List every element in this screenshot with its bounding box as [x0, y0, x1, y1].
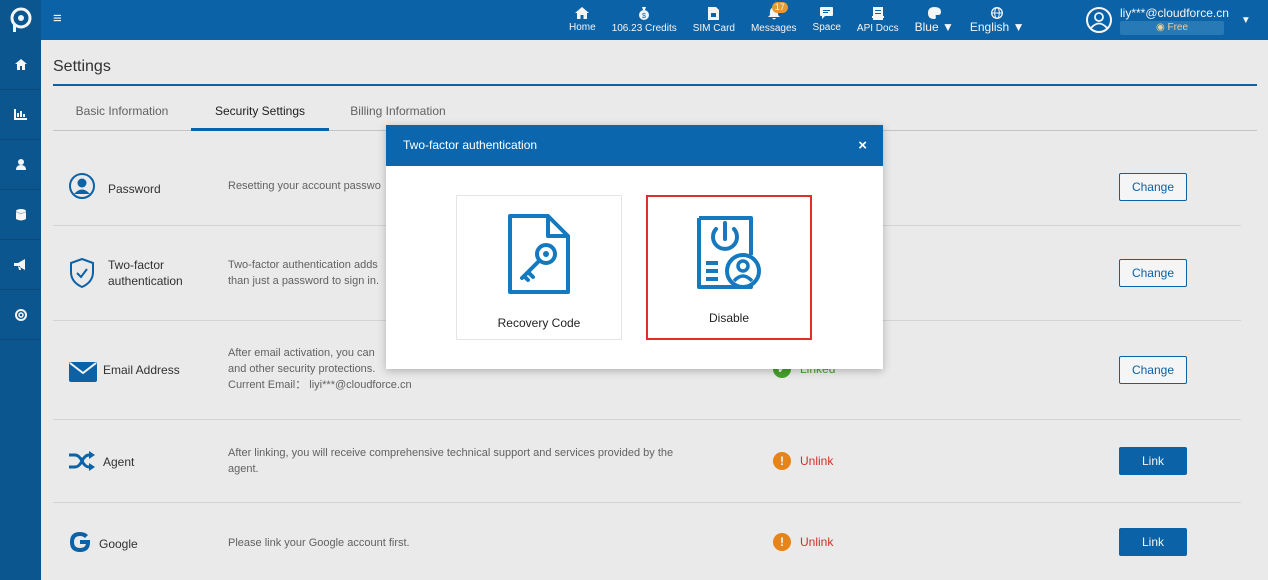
power-user-document-icon	[697, 216, 761, 289]
key-document-icon	[508, 214, 570, 294]
disable-label: Disable	[708, 311, 750, 325]
close-icon[interactable]: ×	[858, 125, 867, 166]
modal-title: Two-factor authentication	[403, 138, 538, 152]
modal-header: Two-factor authentication ×	[386, 125, 883, 166]
disable-option[interactable]: Disable	[646, 195, 812, 340]
recovery-code-label: Recovery Code	[497, 316, 581, 330]
two-factor-modal: Two-factor authentication × Recovery Cod…	[386, 125, 883, 369]
recovery-code-option[interactable]: Recovery Code	[456, 195, 622, 340]
